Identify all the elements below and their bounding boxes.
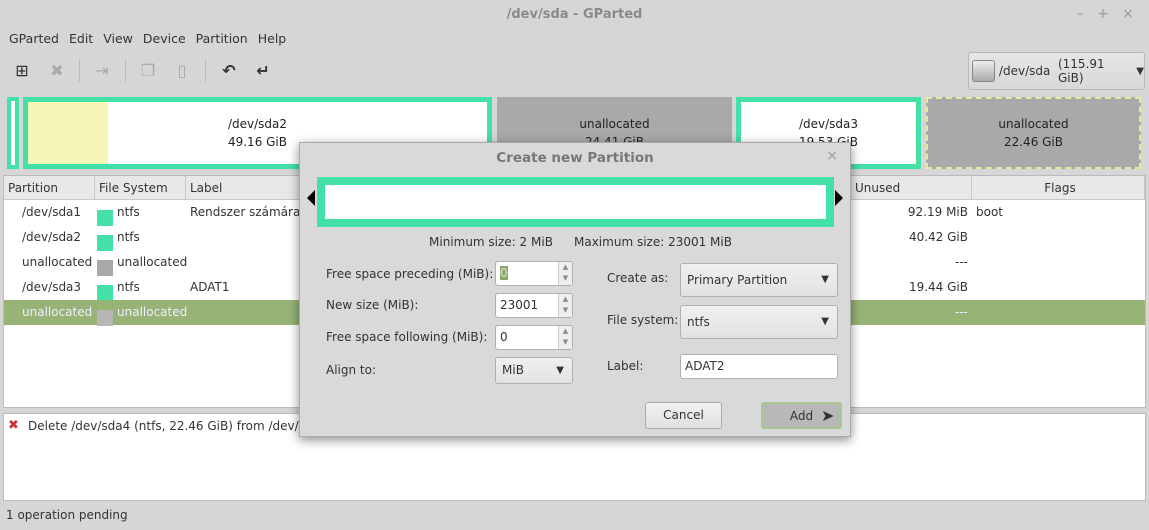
left-resize-handle[interactable] [307, 190, 315, 206]
column-header-filesystem[interactable]: File System [95, 176, 186, 200]
fs-color-swatch [97, 209, 113, 226]
align-label: Align to: [326, 363, 377, 377]
cell-flags: boot [976, 205, 1004, 219]
map-label: /dev/sda2 [227, 117, 288, 131]
fs-color-swatch [97, 234, 113, 251]
right-resize-handle[interactable] [835, 190, 843, 206]
chevron-down-icon: ▼ [821, 274, 829, 285]
create-partition-dialog: Create new Partition × Minimum size: 2 M… [299, 142, 851, 437]
fs-color-swatch [97, 309, 113, 326]
cell-fs: ntfs [117, 205, 140, 219]
column-header-unused[interactable]: Unused [851, 176, 972, 200]
map-label: unallocated [579, 117, 650, 131]
close-button[interactable]: × [1119, 6, 1137, 22]
log-entry[interactable]: Delete /dev/sda4 (ntfs, 22.46 GiB) from … [28, 419, 320, 433]
spinner-arrows-icon[interactable]: ▲ ▼ [558, 326, 572, 349]
column-header-partition[interactable]: Partition [4, 176, 95, 200]
map-partition-sda1[interactable] [7, 97, 19, 169]
align-select[interactable]: MiB ▼ [495, 357, 573, 384]
toolbar-separator [79, 60, 80, 82]
device-size: (115.91 GiB) [1057, 57, 1105, 85]
createas-value: Primary Partition [687, 273, 788, 287]
chevron-down-icon: ▼ [556, 365, 564, 376]
resize-icon[interactable]: ⇥ [91, 60, 113, 82]
newsize-label: New size (MiB): [326, 298, 419, 312]
paste-icon[interactable]: ▯ [171, 60, 193, 82]
following-spinner[interactable]: 0 ▲ ▼ [495, 325, 573, 350]
menu-edit[interactable]: Edit [64, 30, 98, 48]
newsize-value: 23001 [500, 298, 539, 312]
delete-icon: ✖ [8, 418, 19, 433]
preceding-value: 0 [500, 266, 508, 280]
cell-partition: /dev/sda2 [22, 230, 82, 244]
menu-help[interactable]: Help [253, 30, 292, 48]
cancel-button[interactable]: Cancel [645, 402, 722, 429]
menu-partition[interactable]: Partition [191, 30, 253, 48]
copy-icon[interactable]: ❐ [137, 60, 159, 82]
spinner-arrows-icon[interactable]: ▲ ▼ [558, 262, 572, 285]
apply-icon[interactable]: ↵ [252, 60, 274, 82]
cell-unused: --- [955, 305, 968, 319]
maximize-button[interactable]: + [1094, 6, 1112, 22]
newsize-spinner[interactable]: 23001 ▲ ▼ [495, 293, 573, 318]
chevron-down-icon: ▼ [1136, 65, 1144, 77]
cell-unused: 92.19 MiB [907, 205, 968, 219]
dialog-title: Create new Partition [496, 150, 654, 166]
map-size: 22.46 GiB [1003, 135, 1064, 149]
hard-disk-icon [972, 60, 995, 82]
device-selector[interactable]: /dev/sda (115.91 GiB) ▼ [968, 52, 1145, 90]
toolbar-separator [205, 60, 206, 82]
partition-resize-bar[interactable] [317, 177, 834, 227]
cell-fs: unallocated [117, 255, 188, 269]
cell-partition: unallocated [22, 305, 93, 319]
column-header-flags[interactable]: Flags [972, 176, 1145, 200]
cell-partition: unallocated [22, 255, 93, 269]
filesystem-label: File system: [607, 313, 679, 327]
cell-fs: ntfs [117, 280, 140, 294]
cell-fs: unallocated [117, 305, 188, 319]
fs-color-swatch [97, 284, 113, 301]
delete-icon[interactable]: ✖ [46, 60, 68, 82]
undo-icon[interactable]: ↶ [218, 60, 240, 82]
mouse-cursor-icon: ➤ [821, 406, 835, 425]
map-unallocated-2[interactable]: unallocated 22.46 GiB [926, 97, 1141, 169]
cell-unused: --- [955, 255, 968, 269]
min-size-label: Minimum size: 2 MiB [429, 235, 553, 249]
cell-label: Rendszer számára [190, 205, 301, 219]
map-label: /dev/sda3 [798, 117, 859, 131]
createas-select[interactable]: Primary Partition ▼ [680, 263, 838, 297]
cell-fs: ntfs [117, 230, 140, 244]
map-label: unallocated [998, 117, 1069, 131]
cell-label: ADAT1 [190, 280, 230, 294]
menu-bar: GParted Edit View Device Partition Help [4, 30, 291, 48]
menu-view[interactable]: View [98, 30, 138, 48]
filesystem-select[interactable]: ntfs ▼ [680, 305, 838, 339]
fs-color-swatch [97, 259, 113, 276]
createas-label: Create as: [607, 271, 669, 285]
chevron-down-icon: ▼ [821, 316, 829, 327]
label-input[interactable]: ADAT2 [680, 354, 838, 379]
dialog-close-button[interactable]: × [826, 148, 838, 164]
following-value: 0 [500, 330, 508, 344]
preceding-spinner[interactable]: 0 ▲ ▼ [495, 261, 573, 286]
status-bar: 1 operation pending [6, 508, 128, 522]
window-title: /dev/sda - GParted [0, 0, 1149, 30]
spinner-arrows-icon[interactable]: ▲ ▼ [558, 294, 572, 317]
device-name: /dev/sda [998, 64, 1051, 78]
new-partition-icon[interactable]: ⊞ [11, 60, 33, 82]
menu-gparted[interactable]: GParted [4, 30, 64, 48]
filesystem-value: ntfs [687, 315, 710, 329]
menu-device[interactable]: Device [138, 30, 191, 48]
cell-unused: 19.44 GiB [908, 280, 968, 294]
minimize-button[interactable]: – [1071, 6, 1089, 22]
toolbar-separator [125, 60, 126, 82]
label-label: Label: [607, 359, 644, 373]
cell-partition: /dev/sda3 [22, 280, 82, 294]
max-size-label: Maximum size: 23001 MiB [574, 235, 732, 249]
align-value: MiB [502, 363, 524, 377]
following-label: Free space following (MiB): [326, 330, 488, 344]
cell-partition: /dev/sda1 [22, 205, 82, 219]
preceding-label: Free space preceding (MiB): [326, 267, 494, 281]
cell-unused: 40.42 GiB [908, 230, 968, 244]
